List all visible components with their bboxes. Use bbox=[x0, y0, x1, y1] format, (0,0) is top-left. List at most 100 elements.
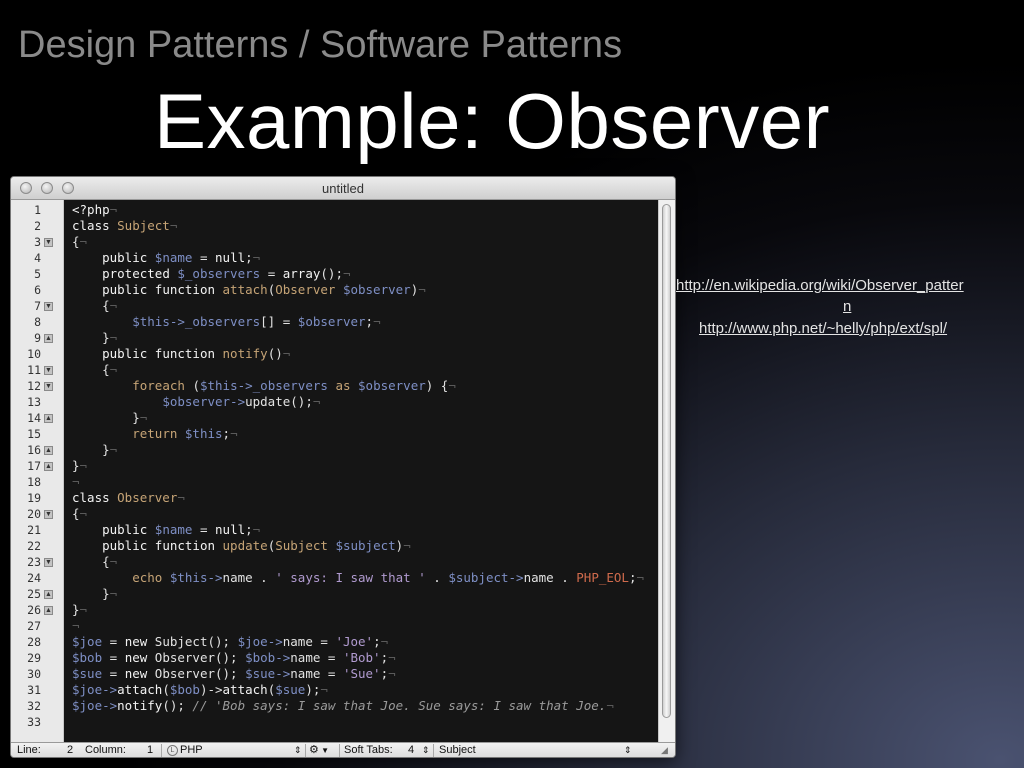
fold-open-icon[interactable]: ▼ bbox=[44, 510, 53, 519]
line-number: 3 bbox=[34, 235, 41, 249]
code-token: new bbox=[124, 666, 155, 681]
code-line[interactable]: $joe->attach($bob)->attach($sue);¬ bbox=[72, 682, 328, 698]
fold-close-icon[interactable]: ▲ bbox=[44, 606, 53, 615]
line-number: 6 bbox=[34, 283, 41, 297]
code-token: Observer(); bbox=[154, 666, 246, 681]
resize-grip-icon[interactable]: ◢ bbox=[661, 744, 668, 757]
code-line[interactable]: public $name = null;¬ bbox=[72, 250, 260, 266]
code-line[interactable]: $sue = new Observer(); $sue->name = 'Sue… bbox=[72, 666, 396, 682]
code-token: 'Joe' bbox=[335, 634, 374, 649]
code-line[interactable]: public function notify()¬ bbox=[72, 346, 290, 362]
fold-open-icon[interactable]: ▼ bbox=[44, 382, 53, 391]
code-line[interactable]: }¬ bbox=[72, 330, 117, 346]
code-area[interactable]: <?php¬ class Subject¬ {¬ public $name = nu… bbox=[64, 200, 658, 742]
wikipedia-observer-link-wrap[interactable]: n bbox=[843, 298, 851, 315]
code-line[interactable]: class Subject¬ bbox=[72, 218, 177, 234]
code-line[interactable]: }¬ bbox=[72, 442, 117, 458]
invisible-eol-char: ¬ bbox=[109, 586, 118, 601]
invisible-eol-char: ¬ bbox=[388, 666, 396, 681]
code-token: = bbox=[102, 650, 125, 665]
code-token: = bbox=[102, 666, 125, 681]
php-spl-link[interactable]: http://www.php.net/~helly/php/ext/spl/ bbox=[699, 320, 947, 337]
line-number: 24 bbox=[27, 571, 41, 585]
code-line[interactable]: $observer->update();¬ bbox=[72, 394, 320, 410]
fold-open-icon[interactable]: ▼ bbox=[44, 302, 53, 311]
code-line[interactable]: <?php¬ bbox=[72, 202, 117, 218]
fold-close-icon[interactable]: ▲ bbox=[44, 462, 53, 471]
code-token: public function bbox=[102, 538, 223, 553]
code-token: $bob bbox=[72, 650, 103, 665]
code-line[interactable]: $joe = new Subject(); $joe->name = 'Joe'… bbox=[72, 634, 388, 650]
code-line[interactable]: ¬ bbox=[72, 618, 80, 634]
invisible-eol-char: ¬ bbox=[109, 330, 118, 345]
code-line[interactable]: class Observer¬ bbox=[72, 490, 185, 506]
line-number: 9 bbox=[34, 331, 41, 345]
status-divider bbox=[433, 744, 434, 757]
code-line[interactable]: public function update(Subject $subject)… bbox=[72, 538, 411, 554]
symbol-select[interactable]: Subject bbox=[439, 744, 476, 757]
code-line[interactable]: protected $_observers = array();¬ bbox=[72, 266, 350, 282]
code-line[interactable]: return $this;¬ bbox=[72, 426, 237, 442]
code-token: Observer bbox=[275, 282, 343, 297]
line-number: 28 bbox=[27, 635, 41, 649]
invisible-eol-char: ¬ bbox=[72, 474, 80, 489]
code-token: attach bbox=[222, 682, 268, 697]
code-line[interactable]: {¬ bbox=[72, 506, 87, 522]
code-line[interactable]: echo $this->name . ' says: I saw that ' … bbox=[72, 570, 644, 586]
invisible-eol-char: ¬ bbox=[312, 394, 321, 409]
code-line[interactable]: }¬ bbox=[72, 586, 117, 602]
invisible-eol-char: ¬ bbox=[403, 538, 411, 553]
code-line[interactable]: $this->_observers[] = $observer;¬ bbox=[72, 314, 380, 330]
code-line[interactable]: foreach ($this->_observers as $observer)… bbox=[72, 378, 456, 394]
fold-close-icon[interactable]: ▲ bbox=[44, 446, 53, 455]
code-line[interactable]: public $name = null;¬ bbox=[72, 522, 260, 538]
line-number: 22 bbox=[27, 539, 41, 553]
code-line[interactable]: }¬ bbox=[72, 458, 87, 474]
gear-menu[interactable]: ⚙ ▼ bbox=[309, 744, 329, 757]
code-token: { bbox=[72, 298, 110, 313]
fold-close-icon[interactable]: ▲ bbox=[44, 334, 53, 343]
code-line[interactable]: public function attach(Observer $observe… bbox=[72, 282, 426, 298]
fold-open-icon[interactable]: ▼ bbox=[44, 366, 53, 375]
code-line[interactable]: $joe->notify(); // 'Bob says: I saw that… bbox=[72, 698, 614, 714]
fold-close-icon[interactable]: ▲ bbox=[44, 590, 53, 599]
code-token: $this-> bbox=[169, 570, 223, 585]
code-line[interactable]: {¬ bbox=[72, 362, 117, 378]
fold-close-icon[interactable]: ▲ bbox=[44, 414, 53, 423]
code-token: 'Sue' bbox=[342, 666, 381, 681]
language-select[interactable]: L PHP bbox=[167, 744, 203, 757]
vertical-scrollbar[interactable] bbox=[658, 200, 675, 742]
invisible-eol-char: ¬ bbox=[79, 602, 88, 617]
code-line[interactable]: $bob = new Observer(); $bob->name = 'Bob… bbox=[72, 650, 396, 666]
soft-tabs-value[interactable]: 4 bbox=[408, 744, 414, 757]
code-line[interactable]: {¬ bbox=[72, 234, 87, 250]
code-line[interactable]: ¬ bbox=[72, 474, 80, 490]
code-line[interactable]: {¬ bbox=[72, 554, 117, 570]
code-token: <?php bbox=[72, 202, 110, 217]
code-line[interactable]: }¬ bbox=[72, 602, 87, 618]
scrollbar-thumb[interactable] bbox=[662, 204, 671, 718]
window-titlebar[interactable]: untitled bbox=[11, 177, 675, 200]
code-token: ( bbox=[192, 378, 200, 393]
code-line[interactable]: }¬ bbox=[72, 410, 147, 426]
code-token: Subject bbox=[117, 218, 170, 233]
status-divider bbox=[305, 744, 306, 757]
soft-tabs-label[interactable]: Soft Tabs: bbox=[344, 744, 393, 757]
code-token: [] = bbox=[260, 314, 298, 329]
status-divider bbox=[339, 744, 340, 757]
code-token: } bbox=[72, 330, 110, 345]
wikipedia-observer-link[interactable]: http://en.wikipedia.org/wiki/Observer_pa… bbox=[676, 277, 964, 294]
code-token: $joe-> bbox=[237, 634, 283, 649]
chevron-updown-icon: ⇕ bbox=[294, 745, 302, 755]
fold-open-icon[interactable]: ▼ bbox=[44, 558, 53, 567]
code-line[interactable]: {¬ bbox=[72, 298, 117, 314]
invisible-eol-char: ¬ bbox=[320, 682, 328, 697]
code-token: = bbox=[192, 522, 216, 537]
code-token: class bbox=[72, 218, 118, 233]
invisible-eol-char: ¬ bbox=[109, 298, 118, 313]
fold-open-icon[interactable]: ▼ bbox=[44, 238, 53, 247]
code-token: new bbox=[124, 634, 155, 649]
invisible-eol-char: ¬ bbox=[79, 506, 88, 521]
